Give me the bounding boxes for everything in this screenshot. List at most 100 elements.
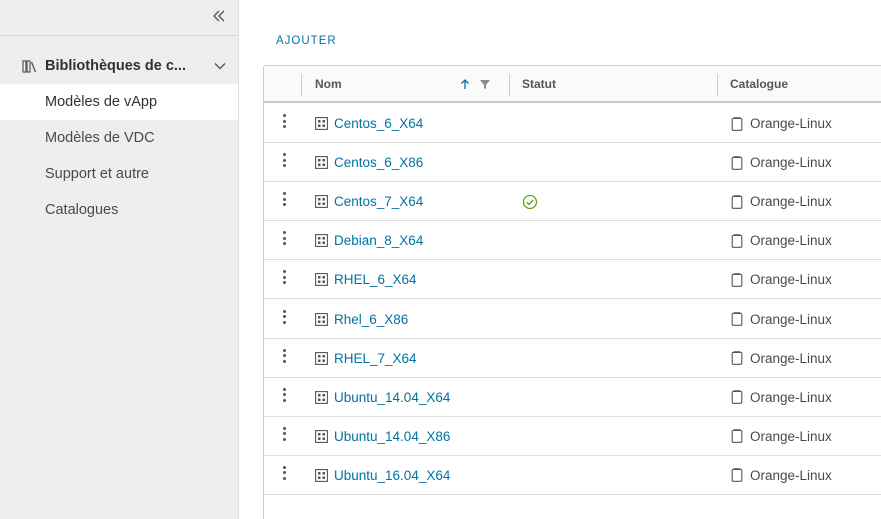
double-chevron-left-icon[interactable] [212, 9, 226, 23]
catalog-icon [731, 351, 743, 365]
row-actions-kebab-icon[interactable] [278, 426, 290, 445]
catalog-icon [731, 194, 743, 209]
catalog-name: Orange-Linux [750, 233, 832, 249]
sidebar-item-catalogs[interactable]: Catalogues [0, 192, 238, 228]
row-name-cell: Ubuntu_14.04_X64 [315, 378, 450, 417]
row-name-cell: Rhel_6_X86 [315, 300, 408, 339]
template-name-link[interactable]: Ubuntu_14.04_X86 [334, 429, 450, 444]
row-catalog-cell: Orange-Linux [731, 339, 832, 378]
catalog-icon [731, 468, 743, 483]
column-separator [301, 74, 302, 96]
table-row: Debian_8_X64 Orange-Linux [264, 221, 881, 261]
vapp-template-icon [315, 234, 328, 248]
row-name-cell: Ubuntu_14.04_X86 [315, 417, 450, 456]
row-catalog-cell: Orange-Linux [731, 456, 832, 495]
template-name-link[interactable]: Debian_8_X64 [334, 233, 423, 248]
template-name-link[interactable]: Centos_6_X64 [334, 116, 423, 131]
table-row: RHEL_7_X64 Orange-Linux [264, 339, 881, 378]
catalog-icon [731, 390, 743, 405]
sidebar-item-label: Modèles de VDC [45, 130, 155, 146]
row-catalog-cell: Orange-Linux [731, 378, 832, 417]
row-name-cell: Centos_6_X64 [315, 104, 423, 143]
vapp-template-icon [315, 312, 328, 326]
check-circle-icon [522, 195, 538, 210]
catalog-name: Orange-Linux [750, 194, 832, 210]
row-name-cell: RHEL_6_X64 [315, 260, 417, 299]
vapp-template-icon [315, 351, 328, 365]
catalog-icon [731, 429, 743, 444]
catalog-name: Orange-Linux [750, 389, 832, 405]
row-actions-kebab-icon[interactable] [278, 114, 290, 132]
catalog-name: Orange-Linux [750, 272, 832, 288]
template-name-link[interactable]: Centos_6_X86 [334, 155, 423, 170]
catalog-name: Orange-Linux [750, 155, 832, 171]
table-row: Rhel_6_X86 Orange-Linux [264, 300, 881, 339]
row-catalog-cell: Orange-Linux [731, 143, 832, 182]
sidebar: Bibliothèques de c... Modèles de vApp Mo… [0, 0, 239, 519]
template-name-link[interactable]: Ubuntu_16.04_X64 [334, 468, 450, 483]
arrow-up-icon[interactable] [459, 78, 471, 90]
template-name-link[interactable]: Centos_7_X64 [334, 194, 423, 209]
add-button[interactable]: AJOUTER [276, 35, 337, 47]
sidebar-item-vapp-templates[interactable]: Modèles de vApp [0, 84, 238, 120]
template-name-link[interactable]: RHEL_7_X64 [334, 351, 417, 366]
table-row: Ubuntu_14.04_X64 Orange-Linux [264, 378, 881, 417]
library-books-icon [22, 60, 37, 73]
sidebar-item-vdc-templates[interactable]: Modèles de VDC [0, 120, 238, 156]
row-name-cell: Centos_6_X86 [315, 143, 423, 182]
sidebar-item-media[interactable]: Support et autre [0, 156, 238, 192]
vapp-template-icon [315, 390, 328, 404]
row-catalog-cell: Orange-Linux [731, 260, 832, 299]
vapp-template-icon [315, 156, 328, 170]
column-header-catalog[interactable]: Catalogue [730, 66, 788, 101]
catalog-icon [731, 312, 743, 326]
row-actions-kebab-icon[interactable] [278, 348, 290, 367]
template-name-link[interactable]: RHEL_6_X64 [334, 272, 417, 287]
template-name-link[interactable]: Ubuntu_14.04_X64 [334, 390, 450, 405]
row-catalog-cell: Orange-Linux [731, 417, 832, 456]
chevron-down-icon[interactable] [213, 59, 227, 73]
catalog-name: Orange-Linux [750, 116, 832, 131]
filter-icon[interactable] [479, 78, 491, 90]
sidebar-item-label: Support et autre [45, 166, 149, 182]
row-catalog-cell: Orange-Linux [731, 221, 832, 260]
row-catalog-cell: Orange-Linux [731, 104, 832, 143]
row-actions-kebab-icon[interactable] [278, 153, 290, 171]
row-name-cell: Debian_8_X64 [315, 221, 423, 260]
row-actions-kebab-icon[interactable] [278, 231, 290, 249]
row-actions-kebab-icon[interactable] [278, 309, 290, 328]
vapp-template-icon [315, 429, 328, 443]
sidebar-item-label: Catalogues [45, 202, 119, 218]
row-name-cell: Centos_7_X64 [315, 182, 423, 221]
sidebar-group-libraries[interactable]: Bibliothèques de c... [0, 48, 238, 84]
sidebar-item-label: Modèles de vApp [45, 94, 158, 110]
datagrid-header: Nom Statut Catalogue [264, 66, 881, 103]
row-actions-kebab-icon[interactable] [278, 270, 290, 288]
row-catalog-cell: Orange-Linux [731, 182, 832, 221]
template-name-link[interactable]: Rhel_6_X86 [334, 312, 408, 327]
catalog-name: Orange-Linux [750, 311, 832, 327]
row-actions-kebab-icon[interactable] [278, 387, 290, 406]
table-row: Centos_6_X86 Orange-Linux [264, 143, 881, 183]
templates-datagrid: Nom Statut Catalogue Centos_6_X64 Orange… [263, 65, 881, 519]
catalog-name: Orange-Linux [750, 428, 832, 444]
catalog-icon [731, 116, 743, 131]
table-row: Centos_6_X64 Orange-Linux [264, 104, 881, 143]
column-header-name[interactable]: Nom [315, 66, 342, 101]
row-catalog-cell: Orange-Linux [731, 300, 832, 339]
row-actions-kebab-icon[interactable] [278, 192, 290, 210]
catalog-icon [731, 234, 743, 248]
vapp-template-icon [315, 273, 328, 287]
column-separator [717, 74, 718, 96]
row-name-cell: Ubuntu_16.04_X64 [315, 456, 450, 495]
catalog-name: Orange-Linux [750, 467, 832, 483]
catalog-icon [731, 273, 743, 287]
vapp-template-icon [315, 468, 328, 482]
column-header-status[interactable]: Statut [522, 66, 556, 101]
column-separator [509, 74, 510, 96]
row-name-cell: RHEL_7_X64 [315, 339, 417, 378]
row-actions-kebab-icon[interactable] [278, 465, 290, 484]
table-row: Ubuntu_16.04_X64 Orange-Linux [264, 456, 881, 495]
catalog-icon [731, 155, 743, 170]
table-row: RHEL_6_X64 Orange-Linux [264, 260, 881, 300]
